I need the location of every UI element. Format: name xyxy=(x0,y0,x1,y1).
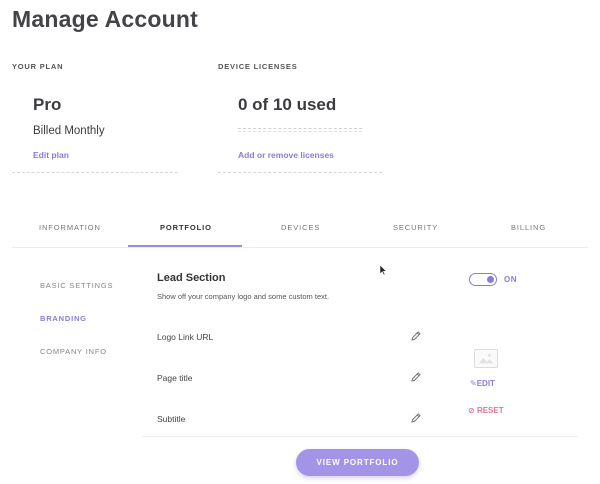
sidebar-item-branding[interactable]: BRANDING xyxy=(40,314,87,323)
device-licenses-label: DEVICE LICENSES xyxy=(218,62,298,71)
sidebar-item-basic-settings[interactable]: BASIC SETTINGS xyxy=(40,281,113,290)
mouse-cursor-icon xyxy=(379,264,387,276)
pencil-icon[interactable] xyxy=(410,371,422,383)
tab-devices[interactable]: DEVICES xyxy=(281,223,320,232)
page-title-field-label: Page title xyxy=(157,373,193,383)
image-reset-label: RESET xyxy=(476,406,504,415)
plan-name: Pro xyxy=(33,95,62,114)
image-edit-label: EDIT xyxy=(476,379,495,388)
license-usage-bar xyxy=(238,128,362,132)
subtitle-field-label: Subtitle xyxy=(157,414,186,424)
view-portfolio-button[interactable]: VIEW PORTFOLIO xyxy=(296,449,419,476)
lead-section-title: Lead Section xyxy=(157,272,226,284)
your-plan-label: YOUR PLAN xyxy=(12,62,64,71)
logo-link-url-label: Logo Link URL xyxy=(157,332,214,342)
edit-plan-link[interactable]: Edit plan xyxy=(33,150,69,160)
sidebar-item-company-info[interactable]: COMPANY INFO xyxy=(40,347,107,356)
lead-section-toggle[interactable] xyxy=(469,273,497,286)
tab-billing[interactable]: BILLING xyxy=(511,223,546,232)
image-placeholder-icon xyxy=(474,349,498,368)
toggle-state-label: ON xyxy=(504,275,517,284)
lead-section-description: Show off your company logo and some cust… xyxy=(157,292,330,301)
image-edit-button[interactable]: ✎EDIT xyxy=(470,379,495,388)
tab-security[interactable]: SECURITY xyxy=(393,223,438,232)
licenses-divider xyxy=(218,172,382,173)
active-tab-indicator xyxy=(128,245,242,247)
tab-portfolio[interactable]: PORTFOLIO xyxy=(160,223,212,232)
pencil-icon[interactable] xyxy=(410,412,422,424)
image-reset-button[interactable]: ⊘ RESET xyxy=(468,406,504,415)
pencil-icon: ✎ xyxy=(470,379,477,388)
pencil-icon[interactable] xyxy=(410,330,422,342)
plan-divider xyxy=(12,172,178,173)
license-count: 0 of 10 used xyxy=(238,95,337,114)
plan-billing: Billed Monthly xyxy=(33,125,105,137)
reset-icon: ⊘ xyxy=(468,406,477,415)
page-title: Manage Account xyxy=(12,6,198,32)
add-remove-licenses-link[interactable]: Add or remove licenses xyxy=(238,150,334,160)
tab-information[interactable]: INFORMATION xyxy=(39,223,101,232)
tab-bar: INFORMATION PORTFOLIO DEVICES SECURITY B… xyxy=(12,216,588,248)
content-divider xyxy=(142,436,578,437)
toggle-knob xyxy=(487,276,494,283)
